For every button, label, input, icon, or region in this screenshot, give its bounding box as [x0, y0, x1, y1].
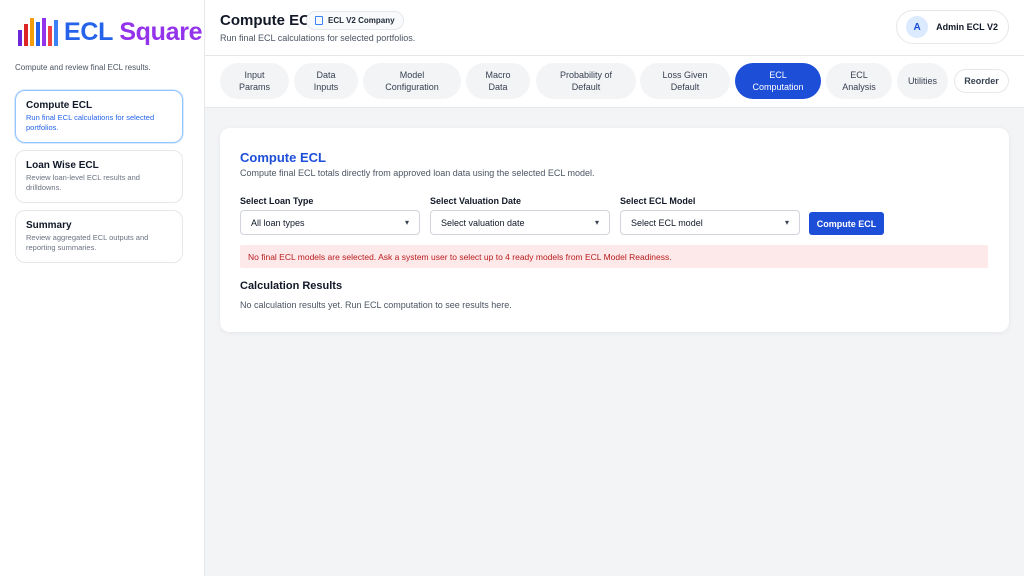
tab-ecl-computation[interactable]: ECL Computation — [735, 63, 821, 99]
tab-input-params[interactable]: Input Params — [220, 63, 289, 99]
tab-model-configuration[interactable]: Model Configuration — [363, 63, 461, 99]
ecl-model-label: Select ECL Model — [620, 196, 696, 206]
logo-bar — [18, 30, 22, 46]
page-subtitle: Run final ECL calculations for selected … — [220, 33, 416, 43]
avatar: A — [906, 16, 929, 38]
sidebar-item-compute-ecl[interactable]: Compute ECL Run final ECL calculations f… — [15, 90, 183, 144]
compute-ecl-card: Compute ECL Compute final ECL totals dir… — [220, 128, 1009, 332]
sidebar-subtitle: Compute and review final ECL results. — [15, 63, 151, 72]
loan-type-value: All loan types — [251, 217, 305, 228]
logo-bar — [48, 26, 52, 46]
sidebar-item-desc: Review aggregated ECL outputs and report… — [26, 233, 149, 253]
sidebar-item-loan-wise-ecl[interactable]: Loan Wise ECL Review loan-level ECL resu… — [15, 150, 183, 204]
module-tabs: Input Params Data Inputs Model Configura… — [205, 56, 1024, 108]
sidebar: ECL Square Compute and review final ECL … — [0, 0, 205, 576]
loan-type-label: Select Loan Type — [240, 196, 314, 206]
sidebar-item-desc: Run final ECL calculations for selected … — [26, 113, 155, 133]
logo[interactable]: ECL Square — [18, 17, 203, 46]
sidebar-item-desc: Review loan-level ECL results and drilld… — [26, 173, 140, 193]
logo-bar — [30, 18, 34, 46]
logo-bar — [36, 22, 40, 46]
tab-ecl-analysis[interactable]: ECL Analysis — [826, 63, 892, 99]
logo-bars-icon — [18, 18, 58, 46]
compute-ecl-button[interactable]: Compute ECL — [809, 212, 884, 235]
tab-utilities[interactable]: Utilities — [897, 63, 948, 99]
tab-macro-data[interactable]: Macro Data — [466, 63, 530, 99]
user-menu[interactable]: A Admin ECL V2 — [896, 10, 1009, 44]
reorder-button[interactable]: Reorder — [954, 69, 1009, 93]
logo-bar — [42, 18, 46, 46]
company-badge[interactable]: ECL V2 Company — [306, 11, 404, 30]
tab-data-inputs[interactable]: Data Inputs — [294, 63, 358, 99]
sidebar-item-title: Summary — [26, 220, 72, 231]
page-title: Compute ECL — [220, 12, 320, 29]
logo-bar — [24, 24, 28, 46]
ecl-model-value: Select ECL model — [631, 217, 703, 228]
sidebar-item-title: Compute ECL — [26, 100, 93, 111]
error-alert: No final ECL models are selected. Ask a … — [240, 245, 988, 268]
user-name: Admin ECL V2 — [936, 22, 998, 32]
tab-probability-of-default[interactable]: Probability of Default — [536, 63, 636, 99]
loan-type-select[interactable]: All loan types ▾ — [240, 210, 420, 235]
results-empty-message: No calculation results yet. Run ECL comp… — [240, 300, 512, 310]
valuation-date-select[interactable]: Select valuation date ▾ — [430, 210, 610, 235]
valuation-date-label: Select Valuation Date — [430, 196, 522, 206]
sidebar-item-title: Loan Wise ECL — [26, 160, 99, 171]
logo-text: ECL Square — [64, 17, 203, 46]
ecl-model-select[interactable]: Select ECL model ▾ — [620, 210, 800, 235]
chevron-down-icon: ▾ — [594, 218, 599, 227]
card-subtitle: Compute final ECL totals directly from a… — [240, 168, 595, 178]
company-name: ECL V2 Company — [328, 16, 395, 25]
building-icon — [315, 16, 323, 25]
results-title: Calculation Results — [240, 280, 343, 292]
logo-bar — [54, 20, 58, 46]
chevron-down-icon: ▾ — [404, 218, 409, 227]
card-title: Compute ECL — [240, 150, 326, 165]
chevron-down-icon: ▾ — [784, 218, 789, 227]
sidebar-item-summary[interactable]: Summary Review aggregated ECL outputs an… — [15, 210, 183, 264]
header: Compute ECL ECL V2 Company Run final ECL… — [205, 0, 1024, 56]
valuation-date-value: Select valuation date — [441, 217, 525, 228]
tab-loss-given-default[interactable]: Loss Given Default — [640, 63, 730, 99]
